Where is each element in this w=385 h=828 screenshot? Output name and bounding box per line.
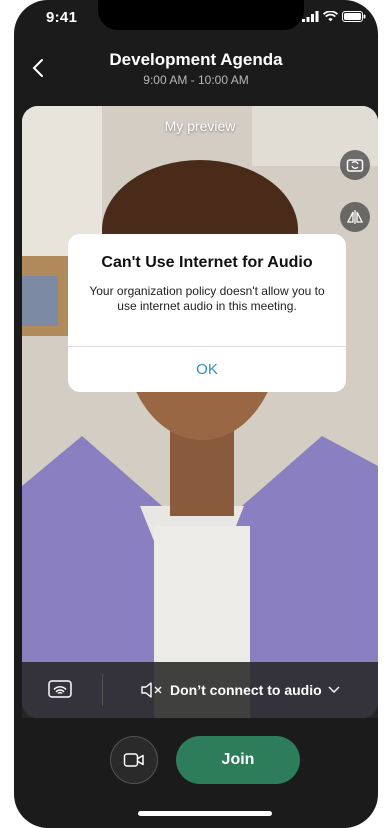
preview-image [22,106,378,718]
cellular-signal-icon [302,11,319,22]
audio-bar-divider [102,674,103,706]
video-toggle-button[interactable] [110,736,158,784]
speaker-muted-icon [141,682,162,698]
audio-bar: Don’t connect to audio [22,662,378,718]
status-icons [302,11,366,22]
chevron-down-icon [328,686,340,693]
status-time: 9:41 [46,9,78,26]
switch-camera-button[interactable] [340,150,370,180]
camera-preview: My preview [22,106,378,718]
proximity-share-button[interactable] [48,679,72,701]
preview-label: My preview [164,118,236,134]
wifi-icon [323,11,338,22]
proximity-share-icon [48,680,72,698]
home-indicator [138,811,272,816]
mirror-icon [346,210,364,224]
notch [98,0,304,30]
status-bar: 9:41 [14,0,378,40]
join-button[interactable]: Join [176,736,300,784]
alert-dialog: Can't Use Internet for Audio Your organi… [68,234,346,392]
dialog-title: Can't Use Internet for Audio [101,254,313,271]
phone-screen: 9:41 Development Agenda 9:00 AM - 10:00 … [14,0,378,828]
mirror-button[interactable] [340,202,370,232]
meeting-time: 9:00 AM - 10:00 AM [143,73,249,87]
meeting-title: Development Agenda [109,50,283,69]
switch-camera-icon [346,159,364,172]
audio-option-select[interactable]: Don’t connect to audio [140,676,340,704]
audio-option-label: Don’t connect to audio [170,682,322,698]
battery-icon [342,11,366,22]
dialog-message: Your organization policy doesn't allow y… [89,284,325,313]
meeting-header: Development Agenda 9:00 AM - 10:00 AM [14,46,378,96]
video-camera-icon [123,753,144,767]
dialog-ok-button[interactable]: OK [68,347,346,392]
